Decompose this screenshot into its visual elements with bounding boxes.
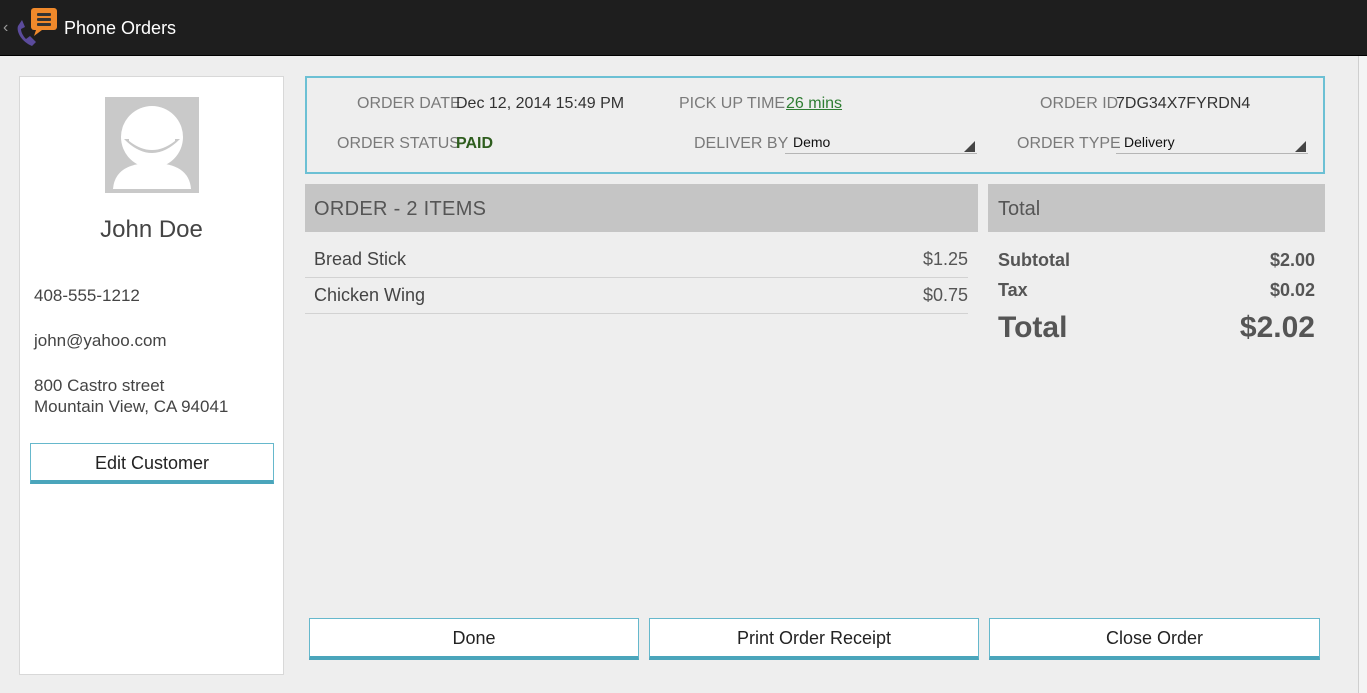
scroll-edge xyxy=(1358,56,1367,693)
action-bar: ‹ Phone Orders xyxy=(0,0,1367,56)
done-button[interactable]: Done xyxy=(309,618,639,660)
totals-header: Total xyxy=(988,184,1325,232)
order-status-value: PAID xyxy=(456,135,494,152)
customer-address-line1: 800 Castro street xyxy=(34,376,165,395)
order-id-value: 7DG34X7FYRDN4 xyxy=(1116,95,1251,112)
print-order-receipt-button[interactable]: Print Order Receipt xyxy=(649,618,979,660)
person-avatar-icon xyxy=(105,97,199,193)
totals-header-label: Total xyxy=(998,198,1041,220)
dropdown-arrow-icon xyxy=(1295,141,1306,152)
deliver-by-select[interactable]: Demo xyxy=(785,132,977,154)
customer-name: John Doe xyxy=(100,216,203,243)
order-type-value: Delivery xyxy=(1124,134,1175,150)
dropdown-arrow-icon xyxy=(964,141,975,152)
order-type-label: ORDER TYPE xyxy=(1017,135,1121,152)
customer-email: john@yahoo.com xyxy=(34,331,167,350)
customer-panel: John Doe 408-555-1212 john@yahoo.com 800… xyxy=(19,76,284,675)
order-info-box: ORDER DATE Dec 12, 2014 15:49 PM PICK UP… xyxy=(305,76,1325,174)
total-label: Total xyxy=(998,311,1068,344)
subtotal-value: $2.00 xyxy=(1269,250,1315,270)
deliver-by-value: Demo xyxy=(793,134,831,150)
edit-customer-button[interactable]: Edit Customer xyxy=(30,443,274,484)
back-chevron-icon[interactable]: ‹ xyxy=(3,19,8,37)
item-name: Chicken Wing xyxy=(314,285,426,305)
tax-value: $0.02 xyxy=(1269,280,1315,300)
app-title: Phone Orders xyxy=(64,18,177,38)
subtotal-label: Subtotal xyxy=(998,250,1070,270)
tax-label: Tax xyxy=(998,280,1028,300)
order-item-row[interactable]: Chicken Wing $0.75 xyxy=(305,278,968,314)
phone-orders-app-icon[interactable] xyxy=(14,6,60,50)
order-type-select[interactable]: Delivery xyxy=(1116,132,1308,154)
item-price: $0.75 xyxy=(922,285,968,305)
customer-address-line2: Mountain View, CA 94041 xyxy=(34,397,229,416)
deliver-by-label: DELIVER BY xyxy=(694,135,789,152)
item-price: $1.25 xyxy=(922,249,968,269)
pickup-time-link[interactable]: 26 mins xyxy=(786,95,842,113)
order-items-header: ORDER - 2 ITEMS xyxy=(305,184,978,232)
total-value: $2.02 xyxy=(1239,311,1315,344)
order-date-value: Dec 12, 2014 15:49 PM xyxy=(456,95,625,112)
order-status-label: ORDER STATUS xyxy=(337,135,460,152)
pickup-time-label: PICK UP TIME xyxy=(679,95,786,112)
item-name: Bread Stick xyxy=(314,249,407,269)
order-date-label: ORDER DATE xyxy=(357,95,461,112)
customer-phone: 408-555-1212 xyxy=(34,286,140,305)
order-id-label: ORDER ID xyxy=(1040,95,1119,112)
order-item-row[interactable]: Bread Stick $1.25 xyxy=(305,242,968,278)
order-items-count: ORDER - 2 ITEMS xyxy=(314,198,487,220)
close-order-button[interactable]: Close Order xyxy=(989,618,1320,660)
